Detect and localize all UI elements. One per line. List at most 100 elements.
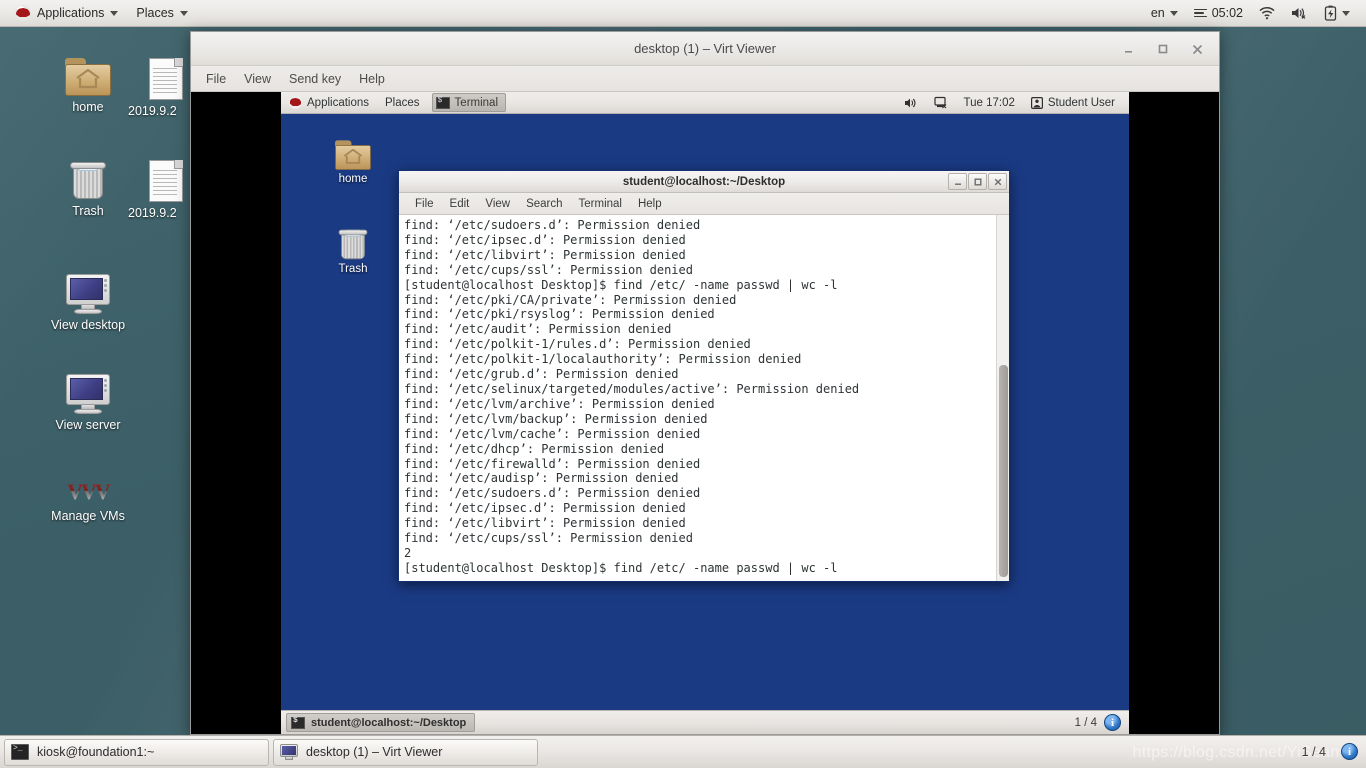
vm-places-menu[interactable]: Places [377, 92, 428, 114]
close-button[interactable] [1189, 41, 1205, 57]
monitor-icon [280, 744, 298, 760]
network-disconnected-icon [933, 96, 946, 109]
desktop-icon-label: Manage VMs [51, 509, 125, 523]
outer-taskbar: kiosk@foundation1:~ desktop (1) – Virt V… [0, 735, 1366, 768]
desktop-icon-label: View desktop [50, 318, 126, 332]
vm-user-menu[interactable]: Student User [1023, 92, 1123, 114]
vm-clock-label: Tue 17:02 [963, 96, 1015, 109]
info-icon[interactable]: i [1341, 743, 1358, 760]
vm-taskbar-window-button[interactable]: student@localhost:~/Desktop [286, 713, 476, 732]
vm-clock[interactable]: Tue 17:02 [956, 92, 1023, 114]
terminal-close-button[interactable] [988, 173, 1007, 190]
vm-volume-indicator[interactable] [896, 92, 926, 114]
hamburger-icon [1193, 8, 1207, 18]
menu-file[interactable]: File [197, 66, 235, 92]
applications-menu-label: Applications [37, 6, 105, 20]
virt-viewer-title: desktop (1) – Virt Viewer [634, 41, 776, 56]
home-folder-icon [65, 46, 111, 96]
menu-view[interactable]: View [235, 66, 280, 92]
outer-panel-menus: Applications Places [0, 0, 197, 26]
vm-logo-icon: VVV [65, 455, 111, 505]
taskbar-button-label: kiosk@foundation1:~ [37, 745, 155, 759]
vm-user-label: Student User [1047, 96, 1115, 109]
outer-top-panel: Applications Places en 05:02 [0, 0, 1366, 27]
volume-indicator[interactable] [1283, 0, 1316, 26]
chevron-down-icon [179, 10, 188, 16]
close-icon [994, 178, 1001, 185]
desktop-icon-view-desktop[interactable]: View desktop [40, 264, 136, 333]
virt-viewer-window-controls [1121, 32, 1213, 66]
terminal-titlebar[interactable]: student@localhost:~/Desktop [399, 171, 1009, 193]
taskbar-button-label: desktop (1) – Virt Viewer [306, 745, 443, 759]
desktop-icon-trash[interactable]: Trash [40, 150, 136, 219]
clock-area[interactable]: 05:02 [1186, 0, 1251, 26]
desktop-icon-view-server[interactable]: View server [40, 364, 136, 433]
terminal-menu-help[interactable]: Help [630, 193, 670, 215]
redhat-logo-icon [289, 96, 302, 109]
vm-top-panel: Applications Places Terminal [281, 92, 1129, 114]
battery-icon [1324, 5, 1337, 21]
vm-panel-status-area: Tue 17:02 Student User [896, 92, 1130, 114]
outer-panel-status-area: en 05:02 [1143, 0, 1366, 26]
home-folder-icon [330, 128, 376, 170]
vm-taskbar: student@localhost:~/Desktop 1 / 4 i [281, 710, 1129, 734]
redhat-logo-icon [15, 5, 31, 21]
terminal-menubar: File Edit View Search Terminal Help [399, 193, 1009, 215]
terminal-scrollbar-thumb[interactable] [999, 365, 1008, 578]
virt-viewer-window: desktop (1) – Virt Viewer File View Send… [190, 31, 1220, 735]
maximize-button[interactable] [1155, 41, 1171, 57]
terminal-maximize-button[interactable] [968, 173, 987, 190]
menu-send-key[interactable]: Send key [280, 66, 350, 92]
vm-desktop-icon-trash[interactable]: Trash [317, 218, 389, 275]
menu-help[interactable]: Help [350, 66, 394, 92]
vm-workspace-indicator[interactable]: 1 / 4 [1075, 717, 1097, 729]
vm-places-label: Places [385, 96, 420, 109]
places-menu-label: Places [136, 6, 174, 20]
desktop-icon-label: Trash [72, 204, 104, 218]
places-menu[interactable]: Places [127, 0, 197, 26]
terminal-menu-terminal[interactable]: Terminal [571, 193, 630, 215]
virt-viewer-titlebar[interactable]: desktop (1) – Virt Viewer [191, 32, 1219, 66]
minimize-icon [954, 183, 961, 185]
input-source-label: en [1150, 6, 1165, 20]
terminal-menu-file[interactable]: File [407, 193, 442, 215]
vm-desktop-icon-home[interactable]: home [317, 128, 389, 185]
user-icon [1030, 96, 1043, 109]
vm-network-indicator[interactable] [926, 92, 956, 114]
trash-icon [334, 218, 372, 260]
taskbar-button-virt-viewer[interactable]: desktop (1) – Virt Viewer [273, 738, 538, 766]
battery-indicator[interactable] [1316, 0, 1358, 26]
vm-applications-menu[interactable]: Applications [281, 92, 377, 114]
vm-taskbar-right: 1 / 4 i [1075, 714, 1124, 731]
wifi-indicator[interactable] [1251, 0, 1283, 26]
monitor-icon [66, 264, 110, 314]
clock-label: 05:02 [1211, 6, 1243, 20]
terminal-window-controls [948, 173, 1007, 190]
desktop-icon-label: 2019.9.2 [128, 104, 177, 118]
minimize-button[interactable] [1121, 41, 1137, 57]
volume-muted-icon [1292, 8, 1306, 19]
desktop-icon-label: home [72, 100, 104, 114]
taskbar-button-kiosk-terminal[interactable]: kiosk@foundation1:~ [4, 738, 269, 766]
terminal-screen[interactable]: find: ‘/etc/sudoers.d’: Permission denie… [399, 215, 1009, 581]
outer-workspace-indicator[interactable]: 1 / 4 [1302, 745, 1326, 759]
desktop-icon-home[interactable]: home [40, 46, 136, 115]
input-source-indicator[interactable]: en [1143, 0, 1186, 26]
vm-window-button-label: Terminal [454, 96, 499, 109]
vm-window-button-terminal[interactable]: Terminal [431, 93, 507, 112]
desktop-icon-manage-vms[interactable]: VVV Manage VMs [40, 455, 136, 524]
terminal-menu-search[interactable]: Search [518, 193, 570, 215]
info-icon[interactable]: i [1104, 714, 1121, 731]
maximize-icon [1158, 44, 1168, 54]
terminal-icon [11, 744, 29, 760]
terminal-scrollbar[interactable] [996, 215, 1009, 581]
vm-taskbar-window-label: student@localhost:~/Desktop [311, 716, 467, 729]
chevron-down-icon [1342, 10, 1350, 16]
virt-viewer-menubar: File View Send key Help [191, 66, 1219, 92]
virt-viewer-display-area: Applications Places Terminal [191, 92, 1219, 734]
terminal-menu-edit[interactable]: Edit [442, 193, 478, 215]
terminal-output: find: ‘/etc/sudoers.d’: Permission denie… [404, 218, 860, 575]
terminal-menu-view[interactable]: View [477, 193, 518, 215]
terminal-minimize-button[interactable] [948, 173, 967, 190]
applications-menu[interactable]: Applications [6, 0, 127, 26]
